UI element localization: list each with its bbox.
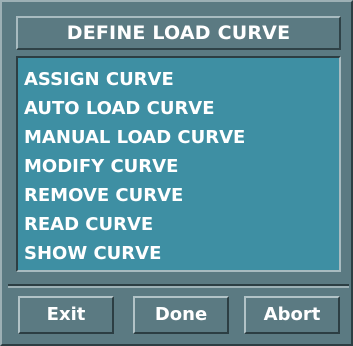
button-bar-divider <box>8 284 349 288</box>
exit-button[interactable]: Exit <box>18 296 114 334</box>
define-load-curve-dialog: DEFINE LOAD CURVE ASSIGN CURVE AUTO LOAD… <box>0 0 353 346</box>
menu-item-assign-curve[interactable]: ASSIGN CURVE <box>24 65 339 94</box>
menu-item-show-curve[interactable]: SHOW CURVE <box>24 239 339 268</box>
dialog-title: DEFINE LOAD CURVE <box>16 16 341 50</box>
curve-menu-list: ASSIGN CURVE AUTO LOAD CURVE MANUAL LOAD… <box>16 56 341 272</box>
menu-item-read-curve[interactable]: READ CURVE <box>24 210 339 239</box>
menu-item-remove-curve[interactable]: REMOVE CURVE <box>24 181 339 210</box>
menu-item-manual-load-curve[interactable]: MANUAL LOAD CURVE <box>24 123 339 152</box>
menu-item-modify-curve[interactable]: MODIFY CURVE <box>24 152 339 181</box>
menu-item-auto-load-curve[interactable]: AUTO LOAD CURVE <box>24 94 339 123</box>
abort-button[interactable]: Abort <box>244 296 340 334</box>
done-button[interactable]: Done <box>133 296 229 334</box>
